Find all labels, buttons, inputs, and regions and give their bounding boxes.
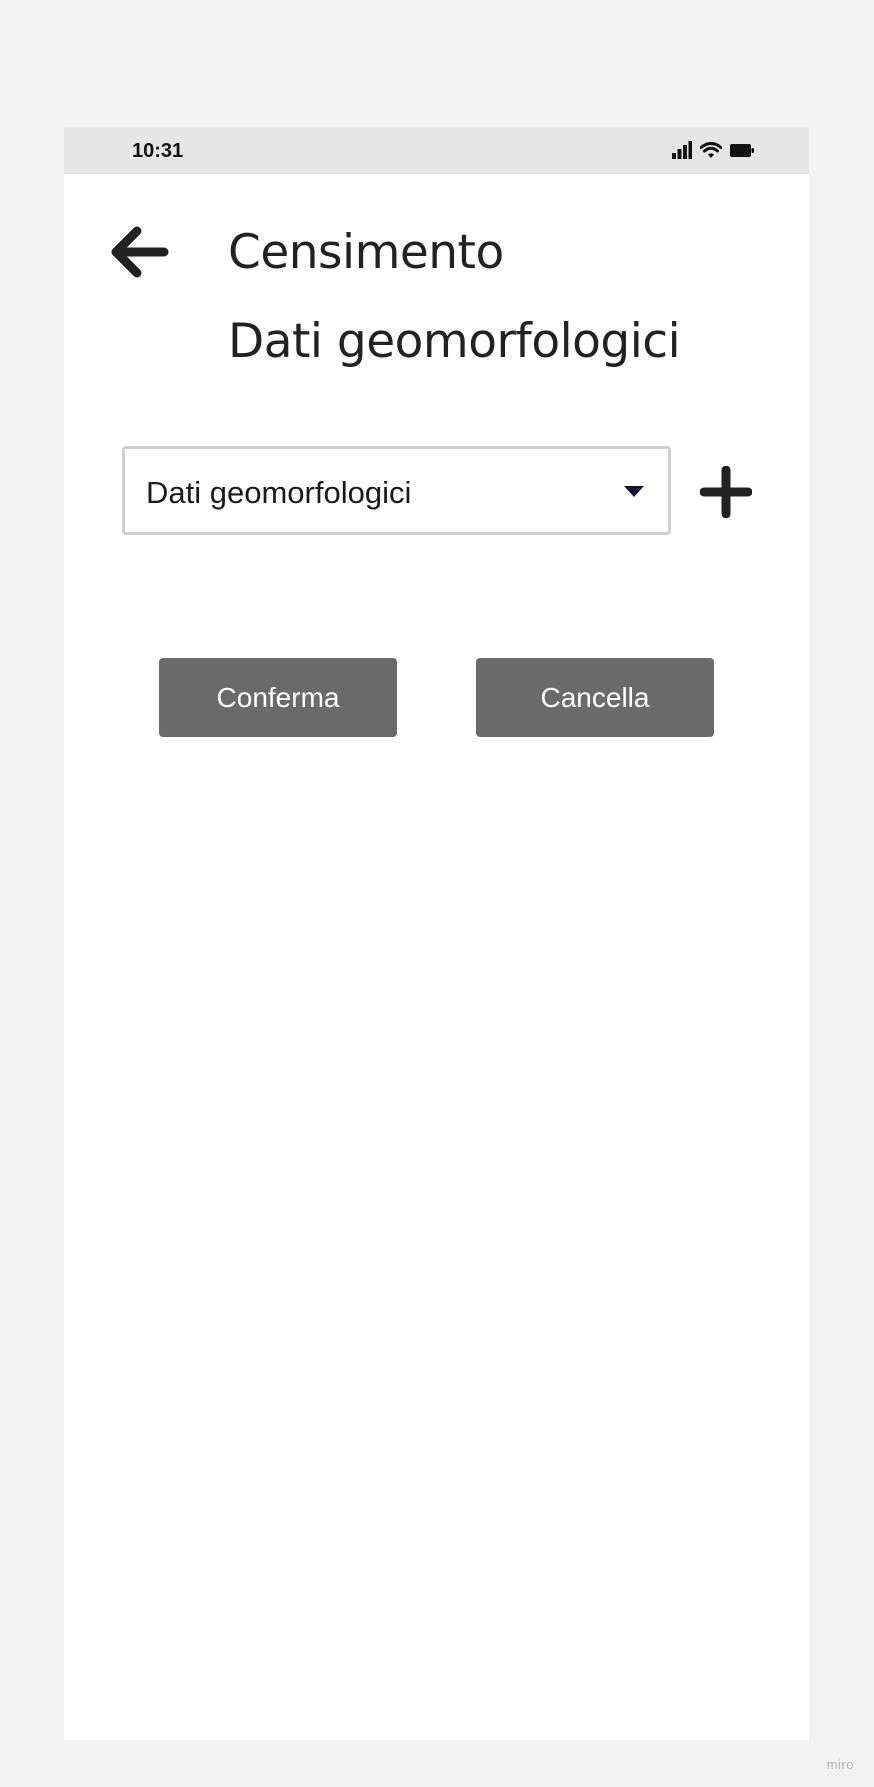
back-button[interactable] <box>106 219 172 285</box>
miro-watermark: miro <box>826 1757 854 1772</box>
status-time: 10:31 <box>132 140 184 162</box>
add-button[interactable] <box>699 465 753 519</box>
status-icons <box>672 140 754 160</box>
phone-frame: 10:31 Censimento Dati geomorfologici Dat… <box>64 127 809 1740</box>
caret-down-icon <box>624 486 644 497</box>
battery-icon <box>730 143 754 157</box>
category-select-value: Dati geomorfologici <box>146 475 412 510</box>
page-title: Censimento <box>228 225 504 280</box>
cancel-button[interactable]: Cancella <box>476 658 714 737</box>
cellular-signal-icon <box>672 141 692 159</box>
confirm-button[interactable]: Conferma <box>159 658 397 737</box>
plus-icon <box>699 465 753 519</box>
page-subtitle: Dati geomorfologici <box>228 314 681 369</box>
arrow-left-icon <box>106 219 172 285</box>
category-select[interactable]: Dati geomorfologici <box>122 446 671 535</box>
wifi-icon <box>699 141 723 159</box>
status-bar: 10:31 <box>64 127 809 174</box>
